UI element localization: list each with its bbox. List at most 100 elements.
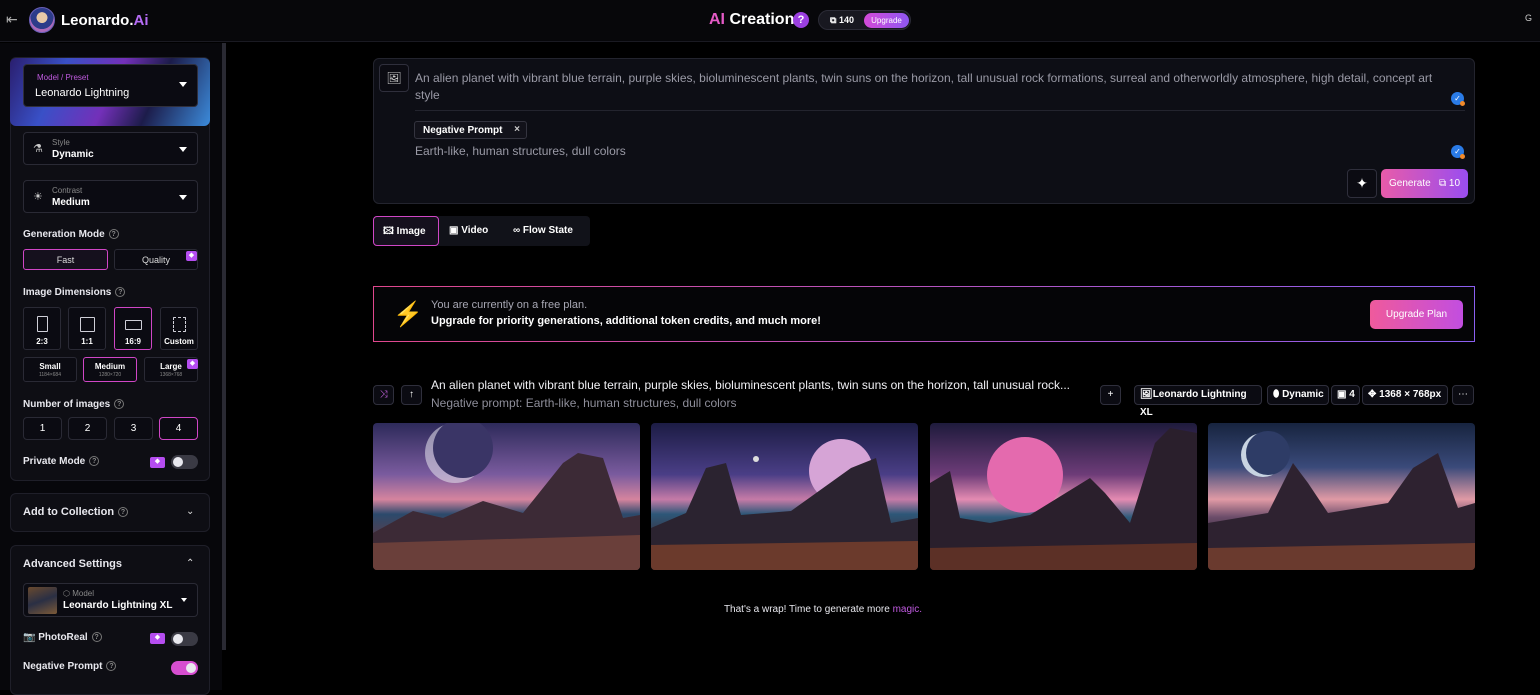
history-prompt: An alien planet with vibrant blue terrai… xyxy=(431,378,1071,392)
film-icon: ▣ xyxy=(449,225,459,236)
generated-image-3[interactable] xyxy=(930,423,1197,570)
add-to-collection-heading: Add to Collection? xyxy=(23,506,129,518)
image-guidance-icon[interactable]: 🖼 xyxy=(379,64,409,92)
size-medium-button[interactable]: Medium 1280×720 xyxy=(83,357,137,382)
dimension-label: 2:3 xyxy=(36,337,48,346)
photoreal-label: 📷 PhotoReal? xyxy=(23,632,102,643)
model-label: ⬡ Model xyxy=(63,589,95,598)
user-avatar-logo[interactable] xyxy=(29,7,55,33)
upgrade-plan-button[interactable]: Upgrade Plan xyxy=(1370,300,1463,329)
magic-link[interactable]: magic. xyxy=(893,604,922,615)
private-mode-label: Private Mode? xyxy=(23,456,100,467)
info-icon[interactable]: ? xyxy=(114,399,125,409)
generate-button[interactable]: Generate ⧉ 10 xyxy=(1381,169,1468,198)
generate-label: Generate xyxy=(1389,178,1431,189)
square-ratio-icon xyxy=(80,317,95,332)
portrait-ratio-icon xyxy=(37,316,48,332)
negative-prompt-input[interactable]: Earth-like, human structures, dull color… xyxy=(415,144,626,158)
num-images-3-button[interactable]: 3 xyxy=(114,417,153,440)
model-preset-select[interactable]: Model / Preset Leonardo Lightning xyxy=(23,64,198,107)
style-value: Dynamic xyxy=(52,149,94,160)
info-icon[interactable]: ? xyxy=(89,456,100,466)
size-resolution: 1280×720 xyxy=(98,372,122,378)
dimension-1-1-button[interactable]: 1:1 xyxy=(68,307,106,350)
page-title: AI Creation xyxy=(709,11,795,28)
banner-line-1: You are currently on a free plan. xyxy=(431,299,588,311)
dimension-2-3-button[interactable]: 2:3 xyxy=(23,307,61,350)
prompt-check-icon: ✓ xyxy=(1451,92,1465,106)
size-resolution: 1368×768 xyxy=(159,372,183,378)
more-options-icon[interactable]: ⋯ xyxy=(1452,385,1474,405)
generate-cost: ⧉ 10 xyxy=(1439,178,1461,189)
token-count: ⧉ 140 xyxy=(830,15,854,25)
alien-landscape-4 xyxy=(1208,431,1475,570)
alien-landscape-3 xyxy=(930,428,1197,570)
premium-gem-icon: ◆ xyxy=(150,457,165,468)
info-icon[interactable]: ? xyxy=(118,507,129,517)
flask-icon: ⚗ xyxy=(33,143,43,155)
prompt-enhance-button[interactable]: ✦ xyxy=(1347,169,1377,198)
premium-gem-icon: ◆ xyxy=(186,251,197,261)
private-mode-toggle[interactable] xyxy=(171,455,198,469)
banner-line-2: Upgrade for priority generations, additi… xyxy=(431,315,821,327)
premium-gem-icon: ◆ xyxy=(150,633,165,644)
prompt-input[interactable]: An alien planet with vibrant blue terrai… xyxy=(415,70,1445,104)
top-right-menu[interactable]: G xyxy=(1525,13,1532,23)
help-icon[interactable]: ? xyxy=(793,12,809,28)
lightning-icon: ⚡ xyxy=(393,301,423,328)
model-preset-label: Model / Preset xyxy=(37,73,89,82)
dimension-label: Custom xyxy=(164,337,194,346)
upgrade-button[interactable]: Upgrade xyxy=(864,13,909,28)
landscape-ratio-icon xyxy=(125,320,142,330)
dimension-custom-button[interactable]: Custom xyxy=(160,307,198,350)
dimension-label: 16:9 xyxy=(124,337,141,346)
close-icon[interactable]: × xyxy=(514,124,520,135)
chevron-up-icon[interactable]: ⌃ xyxy=(186,558,194,569)
gen-mode-fast-button[interactable]: Fast xyxy=(23,249,108,270)
model-preset-value: Leonardo Lightning xyxy=(35,87,130,99)
size-small-button[interactable]: Small 1184×684 xyxy=(23,357,77,382)
reuse-prompt-icon[interactable]: ↑ xyxy=(401,385,422,405)
sidebar-scrollbar[interactable] xyxy=(222,43,226,650)
num-images-1-button[interactable]: 1 xyxy=(23,417,62,440)
history-count-chip: ▣ 4 xyxy=(1331,385,1360,405)
dimension-label: 1:1 xyxy=(81,337,93,346)
upgrade-banner: ⚡ xyxy=(373,286,1475,342)
style-select[interactable]: ⚗ Style Dynamic xyxy=(23,132,198,165)
generated-image-4[interactable] xyxy=(1208,423,1475,570)
caret-down-icon xyxy=(179,82,187,87)
remix-icon[interactable]: ⤨ xyxy=(373,385,394,405)
history-size-chip: ✥ 1368 × 768px xyxy=(1362,385,1448,405)
sun-icon: ☀ xyxy=(33,191,43,203)
size-resolution: 1184×684 xyxy=(38,372,61,378)
contrast-select[interactable]: ☀ Contrast Medium xyxy=(23,180,198,213)
back-icon[interactable]: ⇤ xyxy=(6,11,24,29)
history-style-chip: ⬮ Dynamic xyxy=(1267,385,1329,405)
tab-flow-state[interactable]: ∞ Flow State xyxy=(513,216,588,246)
generated-image-1[interactable] xyxy=(373,423,640,570)
negative-prompt-chip[interactable]: Negative Prompt × xyxy=(414,121,527,139)
info-icon[interactable]: ? xyxy=(115,287,126,297)
photoreal-toggle[interactable] xyxy=(171,632,198,646)
caret-down-icon xyxy=(179,195,187,200)
tab-video[interactable]: ▣ Video xyxy=(449,216,503,246)
number-of-images-heading: Number of images? xyxy=(23,399,125,410)
dimension-16-9-button[interactable]: 16:9 xyxy=(114,307,152,350)
info-icon[interactable]: ? xyxy=(108,229,119,239)
token-balance[interactable]: ⧉ 140 Upgrade xyxy=(818,10,911,30)
negative-chip-label: Negative Prompt xyxy=(423,125,503,136)
brand-name: Leonardo.Ai xyxy=(61,12,149,29)
negative-prompt-toggle[interactable] xyxy=(171,661,198,675)
num-images-4-button[interactable]: 4 xyxy=(159,417,198,440)
num-images-2-button[interactable]: 2 xyxy=(68,417,107,440)
alien-landscape-2 xyxy=(651,439,918,570)
generation-mode-heading: Generation Mode? xyxy=(23,229,119,240)
generated-image-2[interactable] xyxy=(651,423,918,570)
info-icon[interactable]: ? xyxy=(106,661,117,671)
top-bar: ⇤ Leonardo.Ai AI Creation ? ⧉ 140 Upgrad… xyxy=(0,0,1540,42)
chevron-down-icon[interactable]: ⌄ xyxy=(186,506,194,517)
size-label: Medium xyxy=(94,362,126,371)
info-icon[interactable]: ? xyxy=(91,632,102,642)
add-icon[interactable]: + xyxy=(1100,385,1121,405)
tab-image[interactable]: 🖾 Image xyxy=(373,216,439,246)
